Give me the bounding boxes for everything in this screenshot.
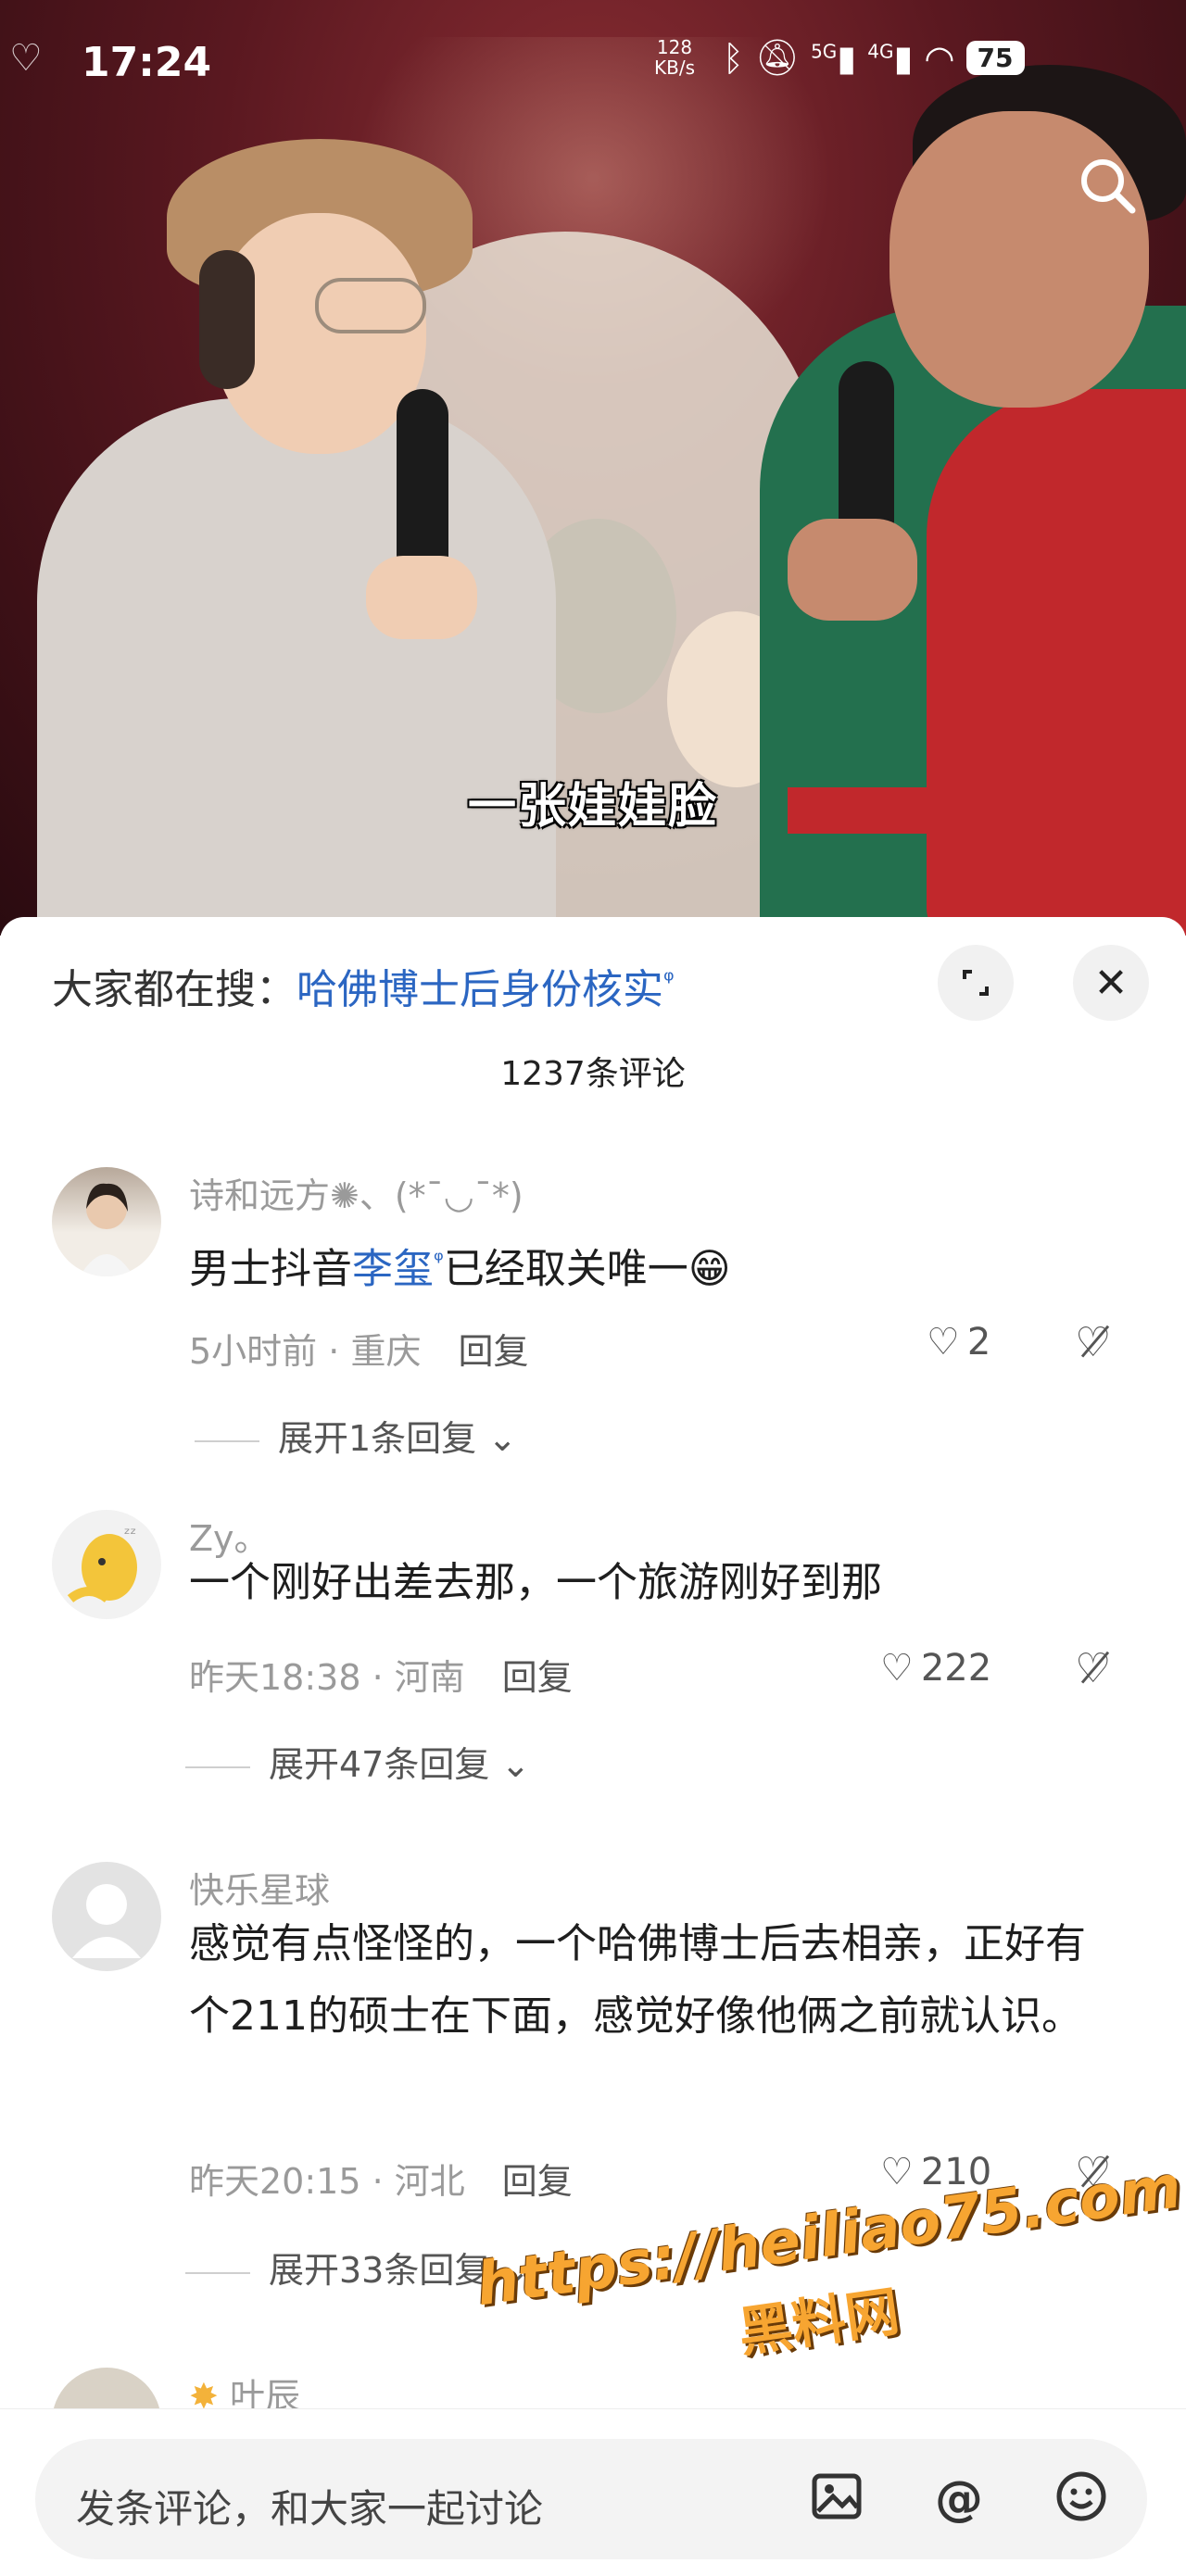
divider	[185, 2271, 250, 2274]
close-button[interactable]: ✕	[1073, 945, 1149, 1021]
close-icon: ✕	[1093, 959, 1129, 1007]
status-time: 17:24	[82, 39, 212, 86]
default-avatar-icon	[72, 1884, 141, 1958]
dislike-icon[interactable]: ♡̸	[1075, 1645, 1111, 1692]
svg-text:ᶻᶻ: ᶻᶻ	[124, 1525, 136, 1544]
reply-button[interactable]: 回复	[502, 2161, 573, 2202]
comment-author-name: 诗和远方	[189, 1175, 331, 1216]
image-icon[interactable]	[806, 2469, 867, 2530]
trending-search-term[interactable]: 哈佛博士后身份核实	[296, 966, 663, 1013]
status-bar: ♡ 17:24 128 KB/s ᛒ 🔕︎ 5G▮ 4G▮ ◠ 75	[0, 0, 1186, 130]
expand-replies-label: 展开47条回复	[269, 1744, 490, 1785]
reply-button[interactable]: 回复	[502, 1657, 573, 1698]
comment-meta: 昨天20:15 · 河北 回复	[189, 2161, 573, 2202]
chevron-down-icon: ⌄	[487, 1418, 518, 1459]
heart-icon: ♡	[927, 1321, 960, 1363]
comment-location: 河北	[394, 2161, 465, 2202]
at-icon[interactable]: @	[928, 2469, 990, 2530]
comment-text: 男士抖音李玺ᵠ已经取关唯一😁	[189, 1225, 1125, 1306]
mute-icon: 🔕︎	[754, 37, 801, 78]
comment-time: 昨天20:15	[189, 2161, 361, 2202]
like-count: 222	[920, 1647, 992, 1690]
chevron-down-icon: ⌄	[500, 1744, 531, 1785]
avatar-photo: ᶻᶻ	[67, 1525, 137, 1603]
person-left-hair	[199, 250, 255, 389]
like-button[interactable]: ♡ 2	[927, 1321, 990, 1363]
comment-count: 1237条评论	[500, 1055, 686, 1093]
comment-author[interactable]: 快乐星球	[189, 1862, 330, 1913]
divider	[195, 1439, 259, 1442]
search-icon[interactable]	[1075, 153, 1140, 218]
comment-text-part: 男士抖音	[189, 1245, 352, 1293]
battery-indicator: 75	[965, 41, 1025, 75]
network-speed-unit: KB/s	[654, 57, 695, 79]
signal-icon: 4G▮	[867, 37, 914, 79]
reply-button[interactable]: 回复	[458, 1331, 528, 1372]
heart-icon: ♡	[880, 1647, 914, 1690]
like-count: 2	[966, 1321, 991, 1363]
emoji-icon[interactable]	[1051, 2469, 1112, 2530]
person-left	[37, 398, 556, 936]
heart-icon: ♡	[880, 2151, 914, 2193]
comment-input-bar: 发条评论，和大家一起讨论 @	[0, 2408, 1186, 2576]
signal-icon: 5G▮	[811, 37, 857, 79]
expand-icon	[963, 970, 989, 996]
comment-author-suffix: ✺、(*¯◡¯*)	[330, 1175, 524, 1216]
hand	[366, 556, 477, 639]
expand-replies[interactable]: 展开47条回复 ⌄	[185, 1736, 530, 1787]
avatar[interactable]	[52, 1862, 161, 1971]
expand-replies-label: 展开33条回复	[269, 2250, 490, 2291]
comment-input-placeholder: 发条评论，和大家一起讨论	[76, 2486, 544, 2532]
video-subtitle: 一张娃娃脸	[467, 779, 718, 835]
comment-text: 感觉有点怪怪的，一个哈佛博士后去相亲，正好有个211的硕士在下面，感觉好像他俩之…	[189, 1920, 1086, 2040]
expand-replies[interactable]: 展开1条回复 ⌄	[195, 1410, 517, 1461]
search-icon: ᵠ	[663, 964, 675, 996]
hand	[788, 519, 917, 621]
comment-time: 5小时前	[189, 1331, 318, 1372]
wifi-icon: ◠	[924, 37, 955, 79]
avatar[interactable]: ᶻᶻ	[52, 1510, 161, 1619]
expand-replies-label: 展开1条回复	[278, 1418, 477, 1459]
comment-meta: 昨天18:38 · 河南 回复	[189, 1657, 573, 1698]
comment-location: 河南	[394, 1657, 465, 1698]
avatar[interactable]	[52, 1167, 161, 1276]
dislike-icon[interactable]: ♡̸	[1075, 1319, 1111, 1366]
person-right-sleeve	[927, 389, 1186, 936]
divider	[185, 1766, 250, 1768]
person-left-glasses	[315, 278, 426, 333]
avatar-photo	[80, 1183, 133, 1276]
heart-outline-icon: ♡	[9, 37, 43, 80]
video-player[interactable]: 一张娃娃脸	[0, 0, 1186, 936]
status-icons: ᛒ 🔕︎ 5G▮ 4G▮ ◠ 75	[723, 37, 1025, 79]
comment-author[interactable]: 诗和远方✺、(*¯◡¯*)	[189, 1167, 524, 1218]
comment-mention-link[interactable]: 李玺	[352, 1246, 434, 1293]
comment-text: 一个刚好出差去那，一个旅游刚好到那	[189, 1559, 882, 1606]
trending-search-prefix: 大家都在搜：	[52, 966, 296, 1013]
network-speed: 128 KB/s	[654, 37, 695, 78]
comment-text-part: 已经取关唯一😁	[443, 1245, 731, 1293]
signal-label: 4G	[867, 39, 894, 62]
network-speed-value: 128	[656, 36, 693, 58]
bluetooth-icon: ᛒ	[723, 37, 744, 79]
comment-input[interactable]: 发条评论，和大家一起讨论 @	[35, 2439, 1147, 2559]
search-icon: ᵠ	[434, 1247, 444, 1275]
signal-label: 5G	[811, 39, 838, 62]
comment-meta: 5小时前 · 重庆 回复	[189, 1331, 529, 1372]
trending-search[interactable]: 大家都在搜：哈佛博士后身份核实ᵠ	[52, 956, 675, 1015]
expand-button[interactable]	[938, 945, 1014, 1021]
comment-time: 昨天18:38	[189, 1657, 361, 1698]
like-button[interactable]: ♡ 222	[880, 1647, 991, 1690]
comment-location: 重庆	[350, 1331, 422, 1372]
